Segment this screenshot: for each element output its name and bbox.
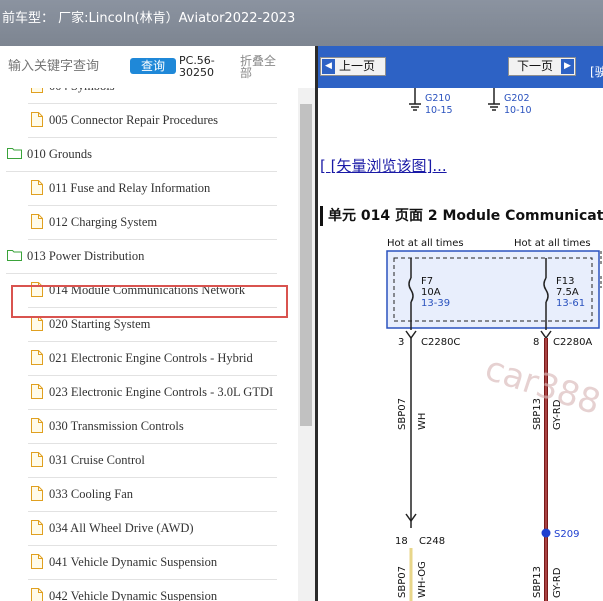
query-button[interactable]: 查询 <box>130 58 176 74</box>
viewer-pane: ◀ 上一页 下一页 ▶ [驶 G210 10-15 G202 10-10 Hot… <box>318 46 603 601</box>
tree-item-label: 034 All Wheel Drive (AWD) <box>49 521 194 535</box>
tree-item-label: 021 Electronic Engine Controls - Hybrid <box>49 351 253 365</box>
ground-g210-label: G210 <box>425 93 451 104</box>
splice-s209-dot <box>541 528 551 538</box>
collapse-all-button[interactable]: 折叠全部 <box>240 55 280 79</box>
tree-item-label: 005 Connector Repair Procedures <box>49 113 219 127</box>
next-page-label: 下一页 <box>517 59 554 73</box>
circuit-label: SBP07 <box>397 566 408 598</box>
arrow-right-icon: ▶ <box>561 59 574 74</box>
vector-view-link[interactable]: [ [矢量浏览该图]... <box>320 155 447 176</box>
tree-item-label: 023 Electronic Engine Controls - 3.0L GT… <box>49 385 274 399</box>
fuse-f13-label: F13 <box>556 276 574 287</box>
document-icon <box>31 112 43 127</box>
hot-label-right: Hot at all times <box>514 238 591 249</box>
tree-item[interactable]: 004 Symbols <box>28 88 277 104</box>
page-heading: 单元 014 页面 2 Module Communications <box>328 208 603 224</box>
pc-label: PC.56-30250 <box>179 54 215 79</box>
tree-item[interactable]: 030 Transmission Controls <box>28 410 277 444</box>
connector-pin-3: 3 <box>398 337 404 348</box>
ground-g202-icon <box>488 88 500 111</box>
circuit-color: WH-OG <box>417 561 428 598</box>
document-icon <box>31 214 43 229</box>
title-bar: 前车型： 厂家:Lincoln(林肯）Aviator2022-2023 <box>0 0 603 46</box>
tree-item[interactable]: 041 Vehicle Dynamic Suspension <box>28 546 277 580</box>
connector-c2280c: C2280C <box>421 337 460 348</box>
tree-item[interactable]: 011 Fuse and Relay Information <box>28 172 277 206</box>
document-icon <box>31 520 43 535</box>
next-page-button[interactable]: 下一页 ▶ <box>508 57 576 76</box>
connector-pin-8: 8 <box>533 337 539 348</box>
left-pane: 查询 PC.56-30250 折叠全部 004 Symbols 005 Conne… <box>0 46 315 601</box>
hot-label-left: Hot at all times <box>387 238 464 249</box>
circuit-label: SBP07 <box>397 398 408 430</box>
tree-folder[interactable]: 010 Grounds <box>6 138 277 172</box>
tree-item-label: 010 Grounds <box>27 147 92 161</box>
document-icon <box>31 180 43 195</box>
tree-item-label: 030 Transmission Controls <box>49 419 184 433</box>
document-icon <box>31 452 43 467</box>
selected-item-highlight <box>11 285 288 318</box>
ground-g210-icon <box>409 88 421 111</box>
connector-c2280a: C2280A <box>553 337 592 348</box>
tree-folder[interactable]: 013 Power Distribution <box>6 240 277 274</box>
connector-c248: C248 <box>419 536 445 547</box>
tree-item[interactable]: 023 Electronic Engine Controls - 3.0L GT… <box>28 376 277 410</box>
tree-item-label: 011 Fuse and Relay Information <box>49 181 211 195</box>
tree-item-label: 041 Vehicle Dynamic Suspension <box>49 555 218 569</box>
tree-item-label: 020 Starting System <box>49 317 151 331</box>
tree-view: 004 Symbols 005 Connector Repair Procedur… <box>0 88 298 601</box>
viewer-toolbar: ◀ 上一页 下一页 ▶ [驶 <box>318 46 603 88</box>
fuse-f7-amp: 10A <box>421 287 441 298</box>
splice-s209-label: S209 <box>554 529 579 540</box>
document-icon <box>31 384 43 399</box>
scrollbar-thumb[interactable] <box>300 104 312 426</box>
tree-item[interactable]: 042 Vehicle Dynamic Suspension <box>28 580 277 601</box>
connector-arrow-icon <box>405 330 417 340</box>
tree-item[interactable]: 031 Cruise Control <box>28 444 277 478</box>
tree-item-label: 012 Charging System <box>49 215 158 229</box>
vehicle-title: 前车型： 厂家:Lincoln(林肯）Aviator2022-2023 <box>2 11 296 26</box>
search-input[interactable] <box>8 59 126 74</box>
fuse-f13-ref: 13-61 <box>556 298 585 309</box>
tree-item-label: 004 Symbols <box>49 88 115 94</box>
tree-item[interactable]: 033 Cooling Fan <box>28 478 277 512</box>
document-icon <box>31 418 43 433</box>
document-icon <box>31 554 43 569</box>
tree-item[interactable]: 005 Connector Repair Procedures <box>28 104 277 138</box>
tree-item[interactable]: 012 Charging System <box>28 206 277 240</box>
folder-icon <box>7 250 22 261</box>
search-bar: 查询 PC.56-30250 折叠全部 <box>0 46 315 88</box>
tree-item[interactable]: 034 All Wheel Drive (AWD) <box>28 512 277 546</box>
prev-page-button[interactable]: ◀ 上一页 <box>320 57 386 76</box>
connector-arrow-icon <box>540 330 552 340</box>
ground-g202-label: G202 <box>504 93 530 104</box>
fuse-f7-label: F7 <box>421 276 433 287</box>
folder-icon <box>7 148 22 159</box>
connector-pin-18: 18 <box>395 536 408 547</box>
tree-item-label: 042 Vehicle Dynamic Suspension <box>49 589 218 601</box>
tree-item-label: 031 Cruise Control <box>49 453 145 467</box>
ground-g202-ref: 10-10 <box>504 105 532 116</box>
prev-page-label: 上一页 <box>339 59 376 73</box>
fuse-f7-ref: 13-39 <box>421 298 450 309</box>
fuse-f13-amp: 7.5A <box>556 287 579 298</box>
document-icon <box>31 486 43 501</box>
tree-item-label: 033 Cooling Fan <box>49 487 134 501</box>
circuit-color: GY-RD <box>552 567 563 598</box>
toolbar-extra-label: [驶 <box>590 65 603 79</box>
arrow-left-icon: ◀ <box>322 59 335 74</box>
tree-item-label: 013 Power Distribution <box>27 249 145 263</box>
document-icon <box>31 588 43 601</box>
heading-marker <box>320 206 323 226</box>
circuit-color: WH <box>417 413 428 430</box>
tree-item[interactable]: 021 Electronic Engine Controls - Hybrid <box>28 342 277 376</box>
document-icon <box>31 88 43 93</box>
document-icon <box>31 350 43 365</box>
document-icon <box>31 316 43 331</box>
ground-g210-ref: 10-15 <box>425 105 453 116</box>
circuit-label: SBP13 <box>532 566 543 598</box>
wiring-diagram-page: G210 10-15 G202 10-10 Hot at all times H… <box>318 88 603 601</box>
